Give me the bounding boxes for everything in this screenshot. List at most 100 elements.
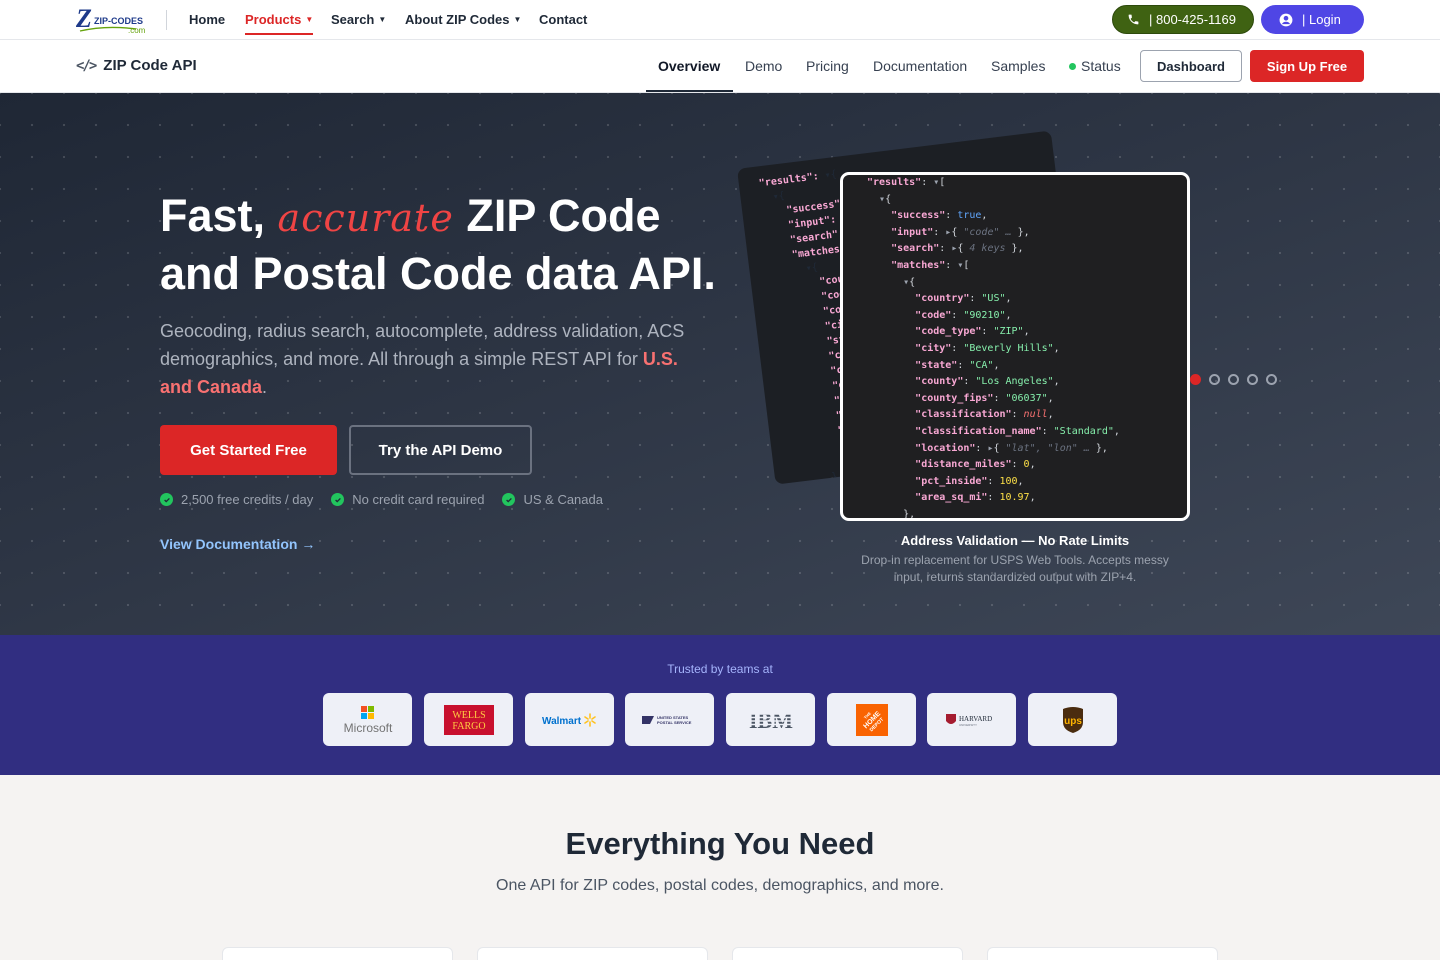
feature-card[interactable]: [732, 947, 963, 960]
code-line: "area_sq_mi": 10.97,: [915, 492, 1036, 504]
nav-home[interactable]: Home: [189, 12, 225, 27]
nav-contact[interactable]: Contact: [539, 12, 587, 27]
hero-title: Fast, accurate ZIP Code and Postal Code …: [160, 190, 716, 299]
logo-divider: [166, 10, 167, 30]
features-subtitle: One API for ZIP codes, postal codes, dem…: [496, 877, 944, 894]
top-navigation: Z ZIP-CODES .com Home Products ▼ Search ▼ …: [0, 0, 1440, 40]
nav-about-zip-codes[interactable]: About ZIP Codes ▼: [405, 12, 521, 27]
svg-text:ups: ups: [1064, 716, 1082, 727]
chevron-down-icon: ▼: [513, 15, 522, 24]
code-line: "county": "Los Angeles",: [915, 376, 1060, 388]
code-line: ▾{: [903, 276, 916, 288]
carousel-dot[interactable]: [1266, 374, 1277, 385]
nav-products[interactable]: Products ▼: [245, 12, 314, 35]
product-subnav: </> ZIP Code API Overview Demo Pricing D…: [0, 40, 1440, 93]
code-line: "code_type": "ZIP",: [915, 326, 1030, 338]
subnav-samples[interactable]: Samples: [991, 58, 1045, 74]
svg-text:Walmart: Walmart: [542, 716, 582, 727]
logo-usps: UNITED STATES POSTAL SERVICE: [625, 693, 714, 746]
svg-text:WELLS: WELLS: [452, 710, 485, 721]
check-circle-icon: [160, 493, 173, 506]
try-api-demo-button[interactable]: Try the API Demo: [349, 425, 532, 475]
feature-card[interactable]: [987, 947, 1218, 960]
trusted-by-section: Trusted by teams at Microsoft WELLS FARG…: [0, 635, 1440, 775]
phone-button[interactable]: | 800-425-1169: [1112, 5, 1254, 34]
chevron-down-icon: ▼: [305, 15, 314, 24]
carousel-slide-description: Drop-in replacement for USPS Web Tools. …: [861, 553, 1169, 584]
benefit-item: US & Canada: [502, 492, 603, 507]
login-button[interactable]: | Login: [1261, 5, 1364, 34]
svg-text:POSTAL SERVICE: POSTAL SERVICE: [657, 720, 692, 725]
code-icon: </>: [76, 57, 97, 74]
zip-codes-logo[interactable]: Z ZIP-CODES .com: [76, 5, 156, 35]
product-name: ZIP Code API: [103, 57, 197, 74]
code-card-front[interactable]: "results": ▾[ ▾{ "success": true, "input…: [840, 172, 1190, 521]
login-label: | Login: [1302, 12, 1341, 27]
code-line: },: [867, 508, 916, 520]
code-line: "results": ▾[: [867, 177, 946, 188]
logo-harvard: HARVARD UNIVERSITY: [927, 693, 1016, 746]
status-indicator: [1069, 63, 1076, 70]
code-line: "input": ▸{ "code" … },: [891, 226, 1030, 238]
carousel-dot[interactable]: [1247, 374, 1258, 385]
svg-text:HARVARD: HARVARD: [959, 715, 992, 723]
active-tab-underline: [646, 90, 733, 92]
carousel-dot[interactable]: [1209, 374, 1220, 385]
svg-text:UNIVERSITY: UNIVERSITY: [959, 723, 977, 727]
code-line: "city": "Beverly Hills",: [915, 342, 1060, 354]
feature-card[interactable]: [477, 947, 708, 960]
chevron-down-icon: ▼: [378, 15, 387, 24]
code-line: "location": ▸{ "lat", "lon" … },: [915, 442, 1108, 454]
phone-number: | 800-425-1169: [1149, 12, 1236, 27]
carousel-dot[interactable]: [1190, 374, 1201, 385]
nav-search[interactable]: Search ▼: [331, 12, 386, 27]
code-line: "county_fips": "06037",: [915, 392, 1054, 404]
svg-text:FARGO: FARGO: [452, 721, 485, 732]
code-line: ▾{: [879, 193, 892, 205]
product-brand[interactable]: </> ZIP Code API: [76, 57, 197, 74]
logo-ups: ups: [1028, 693, 1117, 746]
carousel-slide-title: Address Validation — No Rate Limits: [900, 533, 1130, 548]
subnav-pricing[interactable]: Pricing: [806, 58, 849, 74]
code-line: "distance_miles": 0,: [915, 459, 1036, 471]
logo-home-depot: THE HOME DEPOT: [827, 693, 916, 746]
code-line: "code": "90210",: [915, 309, 1012, 321]
code-line: "search": ▸{ 4 keys },: [891, 243, 1024, 255]
svg-text:IBM: IBM: [749, 708, 793, 732]
feature-card[interactable]: [222, 947, 453, 960]
check-circle-icon: [502, 493, 516, 506]
logo-wells-fargo: WELLS FARGO: [424, 693, 513, 746]
benefit-item: No credit card required: [331, 492, 484, 507]
hero-benefits: 2,500 free credits / day No credit card …: [160, 492, 603, 507]
subnav-demo[interactable]: Demo: [745, 58, 782, 74]
logo-walmart: Walmart: [525, 693, 614, 746]
svg-text:Microsoft: Microsoft: [343, 721, 392, 735]
get-started-button[interactable]: Get Started Free: [160, 425, 337, 475]
logo-microsoft: Microsoft: [323, 693, 412, 746]
svg-text:.com: .com: [128, 26, 146, 35]
dashboard-button[interactable]: Dashboard: [1140, 50, 1242, 82]
svg-text:ZIP-CODES: ZIP-CODES: [94, 16, 143, 26]
code-line: "classification": null,: [915, 409, 1054, 421]
hero-section: Fast, accurate ZIP Code and Postal Code …: [0, 93, 1440, 635]
code-line: "matches": ▾[: [891, 259, 970, 271]
check-circle-icon: [331, 493, 345, 506]
carousel-dot[interactable]: [1228, 374, 1239, 385]
features-title: Everything You Need: [565, 826, 875, 861]
code-line: "success": true,: [891, 210, 988, 222]
subnav-overview[interactable]: Overview: [658, 58, 720, 74]
subnav-status[interactable]: Status: [1069, 58, 1121, 74]
hero-subtitle: Geocoding, radius search, autocomplete, …: [160, 321, 685, 397]
user-circle-icon: [1279, 13, 1293, 26]
code-line: "country": "US",: [915, 293, 1012, 305]
benefit-item: 2,500 free credits / day: [160, 492, 313, 507]
phone-icon: [1128, 14, 1139, 25]
trusted-label: Trusted by teams at: [667, 662, 773, 676]
sign-up-button[interactable]: Sign Up Free: [1250, 50, 1364, 82]
code-line: "classification_name": "Standard",: [915, 425, 1120, 437]
carousel-dots: [1190, 374, 1277, 385]
subnav-documentation[interactable]: Documentation: [873, 58, 967, 74]
logo-ibm: IBM: [726, 693, 815, 746]
code-line: "pct_inside": 100,: [915, 475, 1024, 487]
view-documentation-link[interactable]: View Documentation →: [160, 536, 315, 552]
